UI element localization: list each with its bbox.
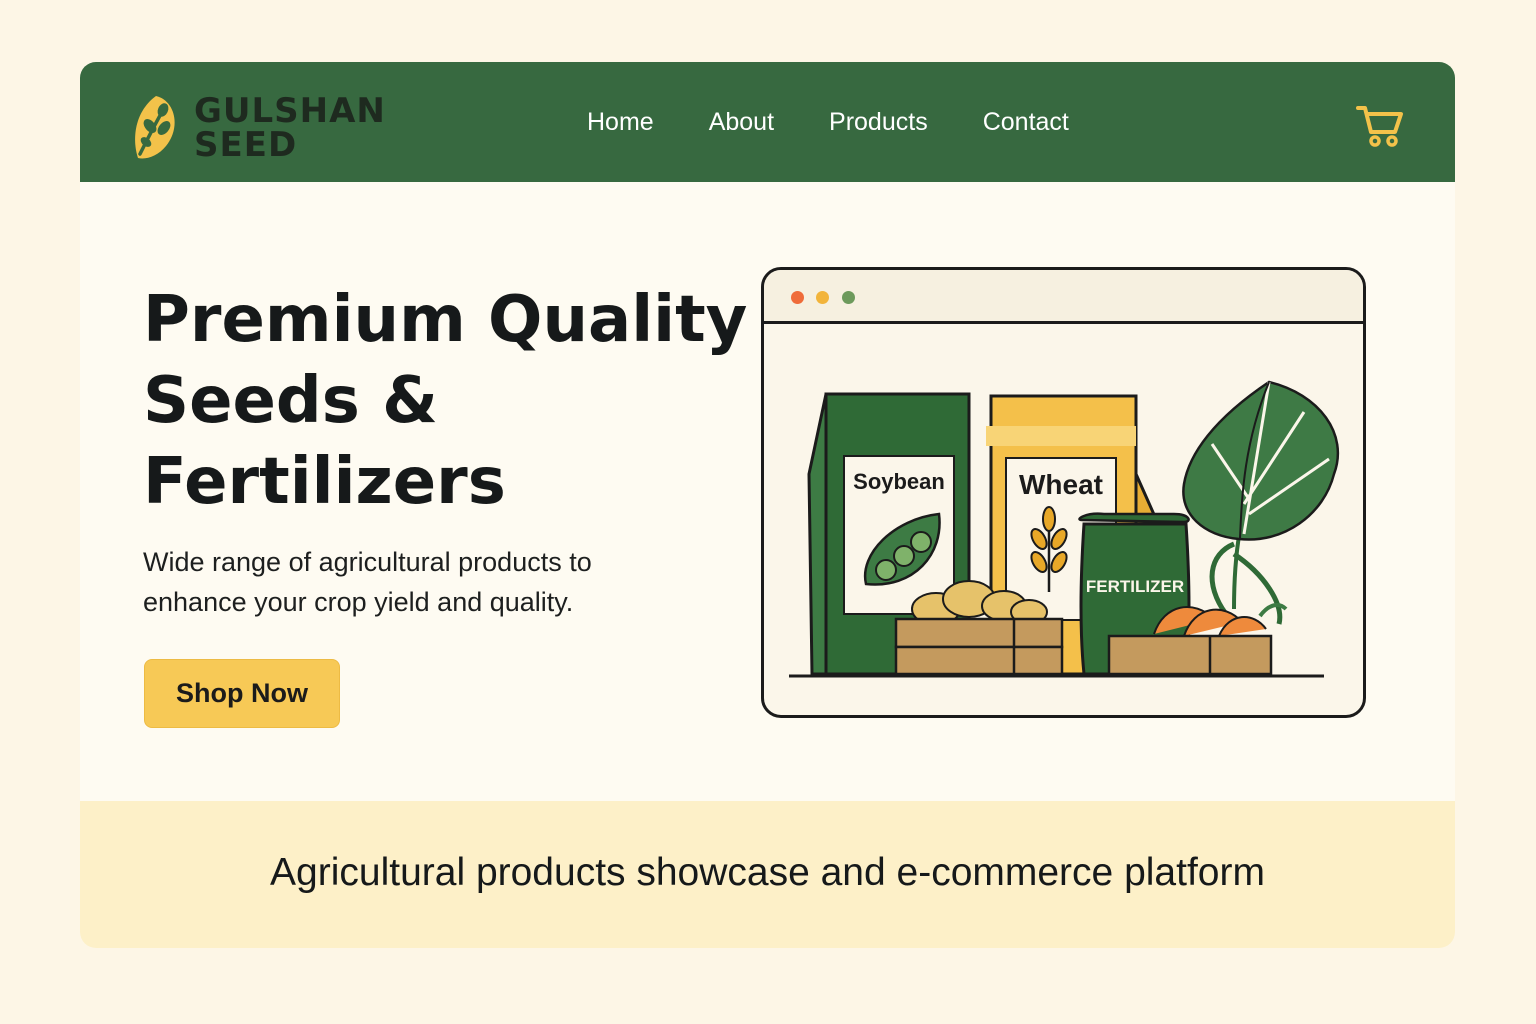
window-close-dot xyxy=(791,291,804,304)
brand-logo[interactable]: GULSHAN SEED xyxy=(130,90,390,162)
main-nav: Home About Products Contact xyxy=(587,102,1124,142)
browser-title-bar xyxy=(764,270,1363,324)
fertilizer-bag-label: FERTILIZER xyxy=(1086,577,1184,596)
footer-tagline: Agricultural products showcase and e-com… xyxy=(270,851,1265,894)
hero-title-line3: Fertilizers xyxy=(143,445,506,519)
hero-title-line1: Premium Quality xyxy=(143,283,748,357)
brand-name: GULSHAN SEED xyxy=(194,94,386,162)
products-illustration: Soybean Wheat FERTILIZER xyxy=(789,380,1340,678)
nav-link-contact[interactable]: Contact xyxy=(983,102,1069,142)
page-frame: GULSHAN SEED Home About Products Contact… xyxy=(80,62,1455,948)
window-minimize-dot xyxy=(816,291,829,304)
soybean-bag-label: Soybean xyxy=(853,469,945,494)
footer-band: Agricultural products showcase and e-com… xyxy=(80,801,1455,948)
nav-link-products[interactable]: Products xyxy=(829,102,928,142)
shop-now-button[interactable]: Shop Now xyxy=(144,659,340,728)
leaf-sprout-icon xyxy=(135,96,175,159)
nav-link-about[interactable]: About xyxy=(709,102,774,142)
monstera-plant-icon xyxy=(1182,380,1340,625)
wheat-bag-label: Wheat xyxy=(1019,469,1103,500)
browser-mockup: Soybean Wheat FERTILIZER xyxy=(761,267,1366,718)
brand-name-line1: GULSHAN xyxy=(194,91,386,131)
hero-title: Premium Quality Seeds & Fertilizers xyxy=(143,280,748,523)
nav-link-home[interactable]: Home xyxy=(587,102,654,142)
brand-name-line2: SEED xyxy=(194,125,298,165)
hero-title-line2: Seeds & xyxy=(143,364,438,438)
shopping-cart-icon[interactable] xyxy=(1355,102,1405,148)
navbar: GULSHAN SEED Home About Products Contact xyxy=(80,62,1455,182)
window-maximize-dot xyxy=(842,291,855,304)
hero-subtitle: Wide range of agricultural products to e… xyxy=(143,547,592,617)
